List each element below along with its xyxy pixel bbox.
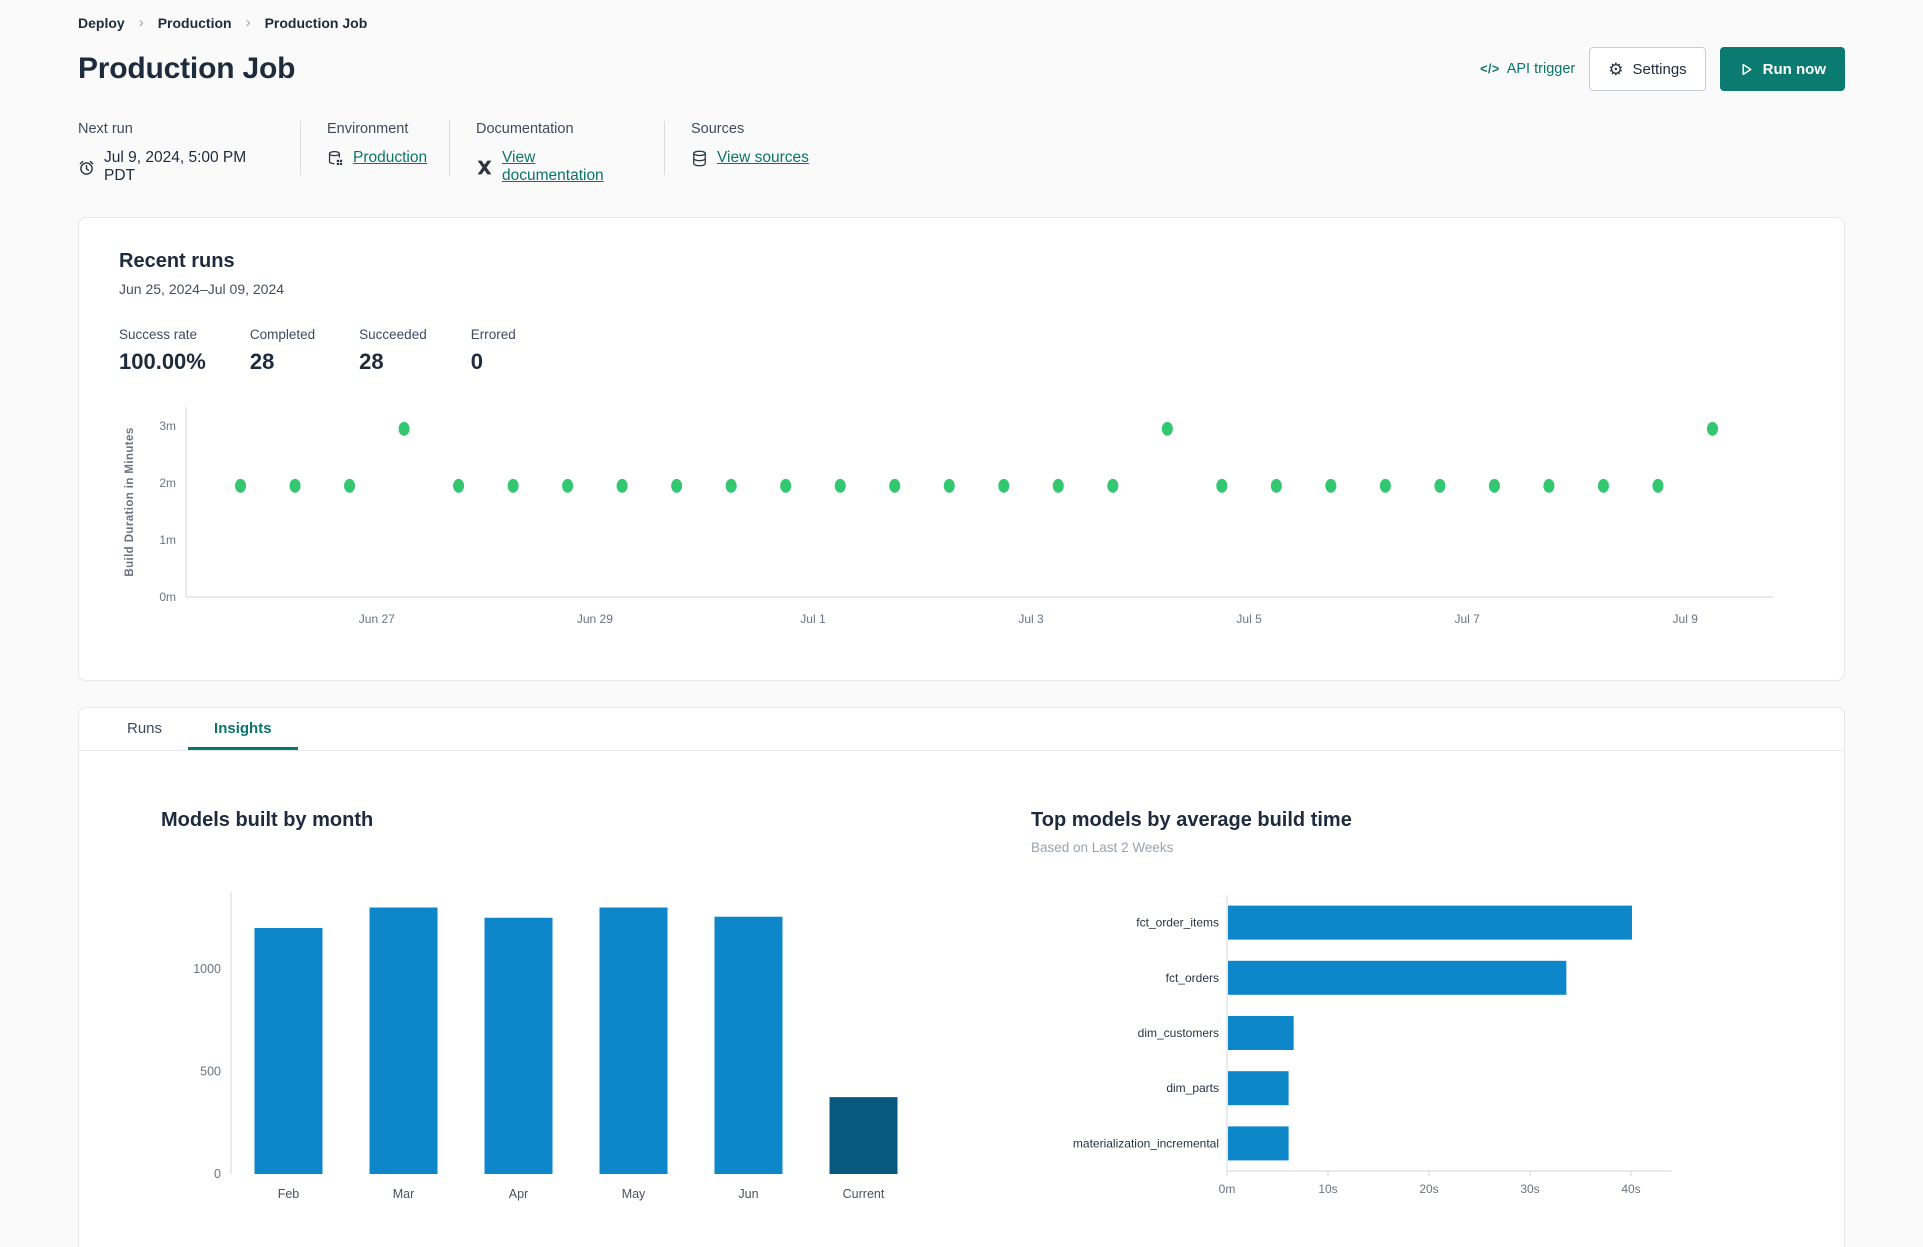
- page: Deploy › Production › Production Job Pro…: [0, 0, 1923, 1247]
- environment-database-icon: [328, 150, 343, 165]
- svg-text:30s: 30s: [1520, 1182, 1539, 1196]
- dbt-docs-icon: [477, 160, 492, 174]
- tab-runs[interactable]: Runs: [101, 708, 188, 750]
- top-models-title: Top models by average build time: [1031, 809, 1352, 831]
- svg-text:0: 0: [214, 1167, 221, 1181]
- chevron-right-icon: ›: [138, 14, 144, 31]
- recent-runs-title: Recent runs: [119, 250, 235, 272]
- recent-runs-stats: Success rate 100.00% Completed 28 Succee…: [119, 327, 1804, 375]
- run-now-label: Run now: [1762, 60, 1826, 78]
- insights-card: Runs Insights Models built by month 0 500…: [78, 707, 1845, 1247]
- sources-database-icon: [693, 150, 706, 166]
- next-run-label: Next run: [78, 121, 133, 137]
- svg-text:Jul 7: Jul 7: [1454, 612, 1480, 626]
- divider: [449, 121, 450, 175]
- gear-icon: ⚙: [1608, 59, 1624, 79]
- svg-text:Feb: Feb: [278, 1187, 300, 1201]
- settings-label: Settings: [1632, 60, 1687, 78]
- breadcrumb: Deploy › Production › Production Job: [78, 12, 1845, 31]
- svg-text:Jun: Jun: [738, 1187, 758, 1201]
- svg-text:Build Duration in Minutes: Build Duration in Minutes: [124, 427, 136, 576]
- recent-runs-card: Recent runs Jun 25, 2024–Jul 09, 2024 Su…: [78, 217, 1845, 681]
- svg-text:materialization_incremental: materialization_incremental: [1073, 1136, 1219, 1150]
- divider: [300, 121, 301, 175]
- api-trigger-label: API trigger: [1506, 61, 1576, 77]
- svg-text:20s: 20s: [1419, 1182, 1438, 1196]
- models-built-by-month-block: Models built by month 0 500 1000 Feb Mar Apr M…: [161, 809, 991, 1220]
- tabbar: Runs Insights: [79, 708, 1844, 751]
- svg-text:10s: 10s: [1318, 1182, 1337, 1196]
- models-built-chart: 0 500 1000 Feb Mar Apr May Jun Current: [193, 892, 898, 1201]
- stat-completed: Completed 28: [249, 327, 316, 374]
- code-icon: </>: [1480, 62, 1500, 76]
- svg-text:May: May: [622, 1187, 646, 1201]
- svg-text:Jul 9: Jul 9: [1673, 612, 1699, 626]
- svg-text:fct_orders: fct_orders: [1166, 971, 1219, 985]
- svg-text:dim_customers: dim_customers: [1138, 1026, 1219, 1040]
- svg-text:500: 500: [200, 1065, 221, 1079]
- page-title: Production Job: [78, 52, 296, 85]
- svg-text:40s: 40s: [1621, 1182, 1640, 1196]
- svg-text:2m: 2m: [159, 476, 176, 490]
- svg-text:dim_parts: dim_parts: [1166, 1081, 1219, 1095]
- svg-text:0m: 0m: [159, 590, 176, 604]
- view-documentation-link[interactable]: View documentation: [502, 149, 638, 185]
- chevron-right-icon: ›: [245, 14, 251, 31]
- top-models-block: Top models by average build time Based o…: [1031, 809, 1771, 1220]
- svg-text:0m: 0m: [1219, 1182, 1236, 1196]
- stat-success-rate: Success rate 100.00%: [119, 327, 206, 374]
- breadcrumb-current: Production Job: [264, 14, 368, 31]
- breadcrumb-production[interactable]: Production: [158, 15, 232, 31]
- stat-succeeded: Succeeded 28: [359, 327, 427, 374]
- svg-text:3m: 3m: [159, 419, 176, 433]
- svg-text:Current: Current: [843, 1187, 885, 1201]
- svg-text:fct_order_items: fct_order_items: [1136, 916, 1219, 930]
- settings-button[interactable]: ⚙ Settings: [1589, 47, 1706, 91]
- svg-text:Jul 3: Jul 3: [1018, 612, 1044, 626]
- api-trigger-link[interactable]: </> API trigger: [1480, 61, 1575, 77]
- build-duration-chart: 0m 1m 2m 3m Build Duration in Minutes Jun 27 J…: [124, 407, 1773, 626]
- stat-errored: Errored 0: [470, 327, 516, 374]
- view-sources-link[interactable]: View sources: [717, 149, 809, 167]
- tab-insights[interactable]: Insights: [188, 708, 298, 750]
- environment-link[interactable]: Production: [353, 149, 427, 167]
- svg-text:1000: 1000: [193, 962, 221, 976]
- sources-label: Sources: [691, 121, 745, 137]
- svg-text:Mar: Mar: [393, 1187, 415, 1201]
- play-icon: [1742, 63, 1752, 75]
- documentation-label: Documentation: [476, 121, 574, 137]
- next-run-value: Jul 9, 2024, 5:00 PM PDT: [104, 149, 247, 184]
- breadcrumb-deploy[interactable]: Deploy: [78, 15, 125, 31]
- svg-text:Jul 5: Jul 5: [1236, 612, 1262, 626]
- svg-text:1m: 1m: [159, 533, 176, 547]
- svg-text:Apr: Apr: [509, 1187, 528, 1201]
- svg-text:Jun 27: Jun 27: [359, 612, 395, 626]
- svg-text:Jul 1: Jul 1: [800, 612, 826, 626]
- divider: [664, 121, 665, 175]
- alarm-clock-icon: [79, 160, 94, 175]
- run-now-button[interactable]: Run now: [1719, 47, 1845, 91]
- job-info-strip: Next run Jul 9, 2024, 5:00 PM PDT Enviro…: [78, 121, 1845, 185]
- models-built-title: Models built by month: [161, 809, 374, 831]
- recent-runs-date-range: Jun 25, 2024–Jul 09, 2024: [119, 281, 285, 297]
- svg-text:Jun 29: Jun 29: [577, 612, 613, 626]
- top-models-subtitle: Based on Last 2 Weeks: [1031, 840, 1174, 855]
- environment-label: Environment: [327, 121, 409, 137]
- top-models-chart: 0m 10s 20s 30s 40s fct_order_items fct_ordersd…: [1073, 895, 1672, 1196]
